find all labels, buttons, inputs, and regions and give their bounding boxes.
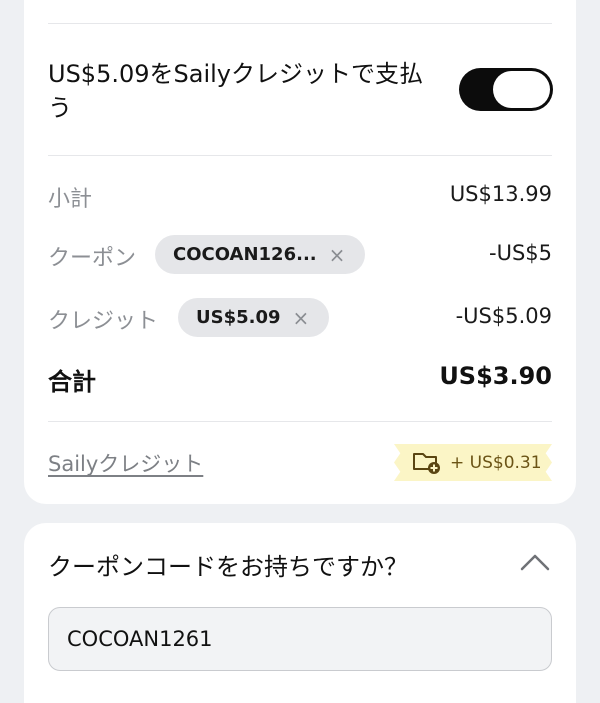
coupon-label: クーポン <box>48 246 137 271</box>
earned-credit-badge: + US$0.31 <box>394 444 552 481</box>
credit-discount-value: -US$5.09 <box>455 304 552 328</box>
coupon-chip-text: COCOAN126... <box>173 244 317 265</box>
saily-credit-link[interactable]: Sailyクレジット <box>48 448 203 478</box>
credit-chip: US$5.09 × <box>178 298 330 337</box>
credit-label: クレジット <box>48 309 159 334</box>
toggle-knob <box>493 71 550 108</box>
remove-credit-icon[interactable]: × <box>293 306 310 330</box>
coupon-discount-value: -US$5 <box>489 241 552 265</box>
subtotal-value: US$13.99 <box>449 182 552 206</box>
credit-chip-text: US$5.09 <box>196 307 281 328</box>
coupon-chip: COCOAN126... × <box>155 235 366 274</box>
coupon-code-input[interactable] <box>48 607 552 671</box>
pay-with-credit-toggle[interactable] <box>459 68 553 111</box>
pay-with-credit-label: US$5.09をSailyクレジットで支払う <box>48 60 423 122</box>
wallet-plus-icon <box>413 452 440 474</box>
coupon-code-card: クーポンコードをお持ちですか？ <box>24 523 576 703</box>
coupon-question: クーポンコードをお持ちですか？ <box>48 553 408 581</box>
total-label: 合計 <box>48 368 96 396</box>
order-summary-card: US$5.09をSailyクレジットで支払う 小計 US$13.99 クーポン … <box>24 0 576 504</box>
divider <box>48 155 552 156</box>
chevron-up-icon[interactable] <box>520 553 550 571</box>
total-value: US$3.90 <box>439 362 552 390</box>
divider <box>48 23 552 24</box>
divider <box>48 421 552 422</box>
subtotal-label: 小計 <box>48 187 93 212</box>
earned-credit-amount: + US$0.31 <box>450 452 542 473</box>
remove-coupon-icon[interactable]: × <box>329 243 346 267</box>
